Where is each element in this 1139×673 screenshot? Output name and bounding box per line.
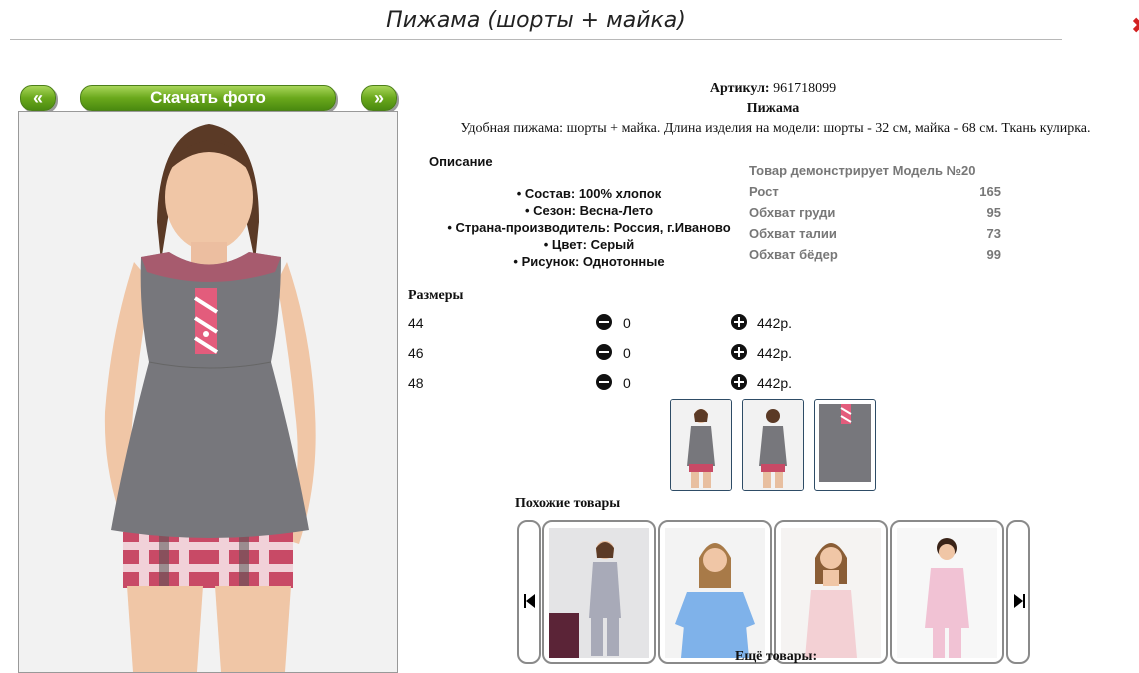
model-row: Обхват груди 95 [749,202,1001,223]
size-row: 44 0 442р. [408,313,808,335]
article-line: Артикул: 961718099 [412,81,1134,97]
model-row-value: 95 [986,205,1001,220]
carousel-next-button[interactable] [1006,520,1030,664]
similar-product-card[interactable] [658,520,772,664]
close-icon[interactable]: ✖ [1131,16,1139,38]
plus-icon[interactable] [731,344,747,360]
similar-product-card[interactable] [542,520,656,664]
page-title: Пижама (шорты + майка) [386,8,686,33]
size-label: 48 [408,375,424,391]
spec-item: Состав: 100% хлопок [420,185,758,202]
model-info: Товар демонстрирует Модель №20 Рост 165 О… [749,160,1001,265]
plus-icon[interactable] [731,314,747,330]
article-label: Артикул: [709,81,770,96]
product-description: Удобная пижама: шорты + майка. Длина изд… [460,121,1091,136]
photo-thumbnail[interactable] [670,399,732,491]
model-row-value: 165 [979,184,1001,199]
size-row: 46 0 442р. [408,343,808,365]
plus-icon[interactable] [731,374,747,390]
sizes-heading: Размеры [408,288,464,303]
size-label: 44 [408,315,424,331]
similar-product-card[interactable] [774,520,888,664]
minus-icon[interactable] [596,314,612,330]
model-row-label: Обхват бёдер [749,247,838,262]
photo-thumbnail[interactable] [814,399,876,491]
size-label: 46 [408,345,424,361]
size-qty: 0 [623,345,631,361]
model-row: Обхват талии 73 [749,223,1001,244]
model-row-label: Рост [749,184,779,199]
spec-item: Страна-производитель: Россия, г.Иваново [420,219,758,236]
carousel-prev-button[interactable] [517,520,541,664]
model-row-value: 73 [986,226,1001,241]
skip-forward-icon [1014,594,1025,608]
model-row-label: Обхват груди [749,205,836,220]
model-row: Рост 165 [749,181,1001,202]
spec-item: Сезон: Весна-Лето [420,202,758,219]
spec-item: Рисунок: Однотонные [420,253,758,270]
size-price: 442р. [757,315,793,331]
model-row-value: 99 [986,247,1001,262]
download-photo-button[interactable]: Скачать фото [80,85,336,111]
similar-products-heading: Похожие товары [515,496,621,511]
model-row: Обхват бёдер 99 [749,244,1001,265]
minus-icon[interactable] [596,374,612,390]
description-heading: Описание [429,154,493,169]
specs-list: Состав: 100% хлопок Сезон: Весна-Лето Ст… [420,185,758,270]
size-price: 442р. [757,345,793,361]
size-qty: 0 [623,315,631,331]
model-row-label: Обхват талии [749,226,837,241]
next-photo-button[interactable]: » [361,85,397,111]
title-divider [10,39,1062,40]
prev-photo-button[interactable]: « [20,85,56,111]
size-qty: 0 [623,375,631,391]
product-name: Пижама [746,101,800,116]
model-title-row: Товар демонстрирует Модель №20 [749,160,1001,181]
similar-product-card[interactable] [890,520,1004,664]
skip-back-icon [524,594,535,608]
size-price: 442р. [757,375,793,391]
minus-icon[interactable] [596,344,612,360]
size-row: 48 0 442р. [408,373,808,395]
photo-thumbnail[interactable] [742,399,804,491]
product-main-photo [18,111,398,673]
model-title: Товар демонстрирует Модель №20 [749,163,976,178]
article-value: 961718099 [773,81,837,96]
spec-item: Цвет: Серый [420,236,758,253]
